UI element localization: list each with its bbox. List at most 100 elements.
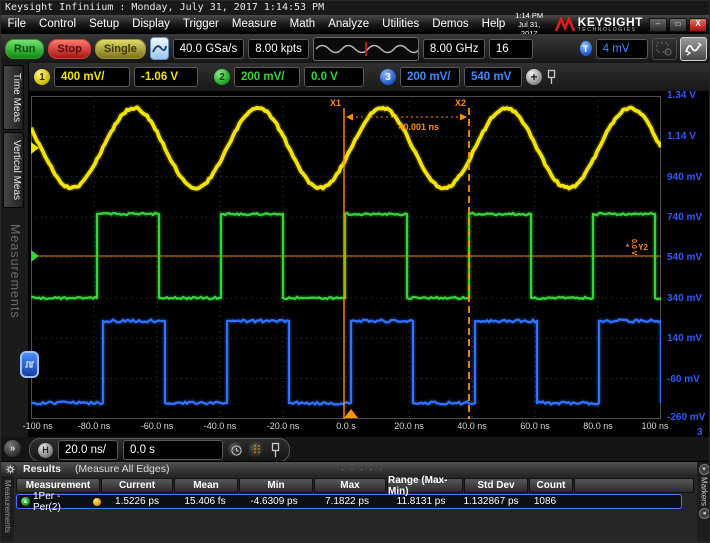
sidebar-expand-button[interactable]: »	[4, 440, 21, 457]
table-row[interactable]: ▲ 1Per - Per(2) 1.5226 ps 15.406 fs -4.6…	[16, 494, 682, 509]
tab-time-meas[interactable]: Time Meas	[3, 65, 24, 130]
results-panel: Results (Measure All Edges) · · · · · Me…	[1, 461, 710, 543]
channel-3-scale-field[interactable]: 200 mV/	[400, 67, 460, 87]
stop-button[interactable]: Stop	[48, 39, 90, 59]
menu-demos[interactable]: Demos	[426, 15, 475, 34]
col-mean: Mean	[174, 478, 238, 493]
y-axis-label: 1.34 V	[667, 90, 696, 101]
results-settings-button[interactable]	[4, 463, 17, 476]
x-axis-label: -40.0 ns	[204, 421, 237, 431]
oscilloscope-window: Keysight Infiniium : Monday, July 31, 20…	[0, 0, 710, 543]
single-button[interactable]: Single	[95, 39, 146, 59]
results-header: Results (Measure All Edges) · · · · ·	[1, 462, 710, 476]
menu-math[interactable]: Math	[283, 15, 322, 34]
channel-3-grab-handle[interactable]	[20, 351, 39, 378]
channel-3-offset-field[interactable]: 540 mV	[464, 67, 522, 87]
pin-icon[interactable]	[270, 442, 281, 458]
col-min: Min	[239, 478, 313, 493]
col-current: Current	[101, 478, 173, 493]
left-sidebar: Time Meas Vertical Meas Measurements	[1, 63, 29, 461]
menu-trigger[interactable]: Trigger	[176, 15, 225, 34]
waveform-mode-icon	[684, 41, 703, 56]
channel-bar: 1 400 mV/ -1.06 V 2 200 mV/ 0.0 V 3 200 …	[1, 63, 710, 91]
col-count: Count	[529, 478, 573, 493]
trigger-badge[interactable]: T	[580, 41, 592, 56]
dotted-cursor-icon	[252, 444, 262, 456]
memory-depth-field[interactable]: 8.00 kpts	[248, 39, 309, 59]
run-button[interactable]: Run	[5, 39, 44, 59]
minimize-button[interactable]: –	[649, 18, 667, 32]
averages-field[interactable]: 16	[489, 39, 533, 59]
timebase-scale-field[interactable]: 20.0 ns/	[58, 440, 118, 460]
clock-icon	[231, 445, 242, 456]
menu-display[interactable]: Display	[126, 15, 177, 34]
y2-value: 0.0 V	[630, 239, 637, 255]
acquisition-preview[interactable]	[313, 37, 419, 61]
x-axis-label: -80.0 ns	[78, 421, 111, 431]
waveform-mode-button[interactable]	[680, 37, 707, 61]
horizontal-badge[interactable]: H	[38, 443, 53, 458]
x-axis-label: 60.0 ns	[520, 421, 550, 431]
channel-1-scale-field[interactable]: 400 mV/	[54, 67, 130, 87]
measurement-marker-icon	[93, 498, 101, 506]
x-axis-label: 20.0 ns	[394, 421, 424, 431]
restore-button[interactable]: ▭	[669, 18, 687, 32]
col-filler	[574, 478, 694, 493]
max-cell: 7.1822 ps	[311, 496, 383, 507]
menu-setup[interactable]: Setup	[83, 15, 126, 34]
menu-analyze[interactable]: Analyze	[322, 15, 376, 34]
menu-help[interactable]: Help	[475, 15, 512, 34]
measurements-side-tab[interactable]: Measurements	[1, 476, 14, 543]
sample-rate-field[interactable]: 40.0 GSa/s	[173, 39, 245, 59]
title-bar: Keysight Infiniium : Monday, July 31, 20…	[1, 1, 710, 15]
chevron-up-icon[interactable]: ▾	[699, 464, 710, 475]
waveform-display[interactable]: X1X240.001 ns	[31, 96, 661, 419]
gear-icon	[6, 465, 15, 474]
pin-icon[interactable]	[546, 69, 557, 85]
channel-2-offset-field[interactable]: 0.0 V	[304, 67, 364, 87]
stddev-cell: 1.132867 ps	[459, 496, 523, 507]
close-button[interactable]: X	[689, 18, 707, 32]
channel-1-offset-field[interactable]: -1.06 V	[134, 67, 198, 87]
cursor-dots-button[interactable]	[249, 442, 265, 458]
menu-utilities[interactable]: Utilities	[376, 15, 426, 34]
menu-control[interactable]: Control	[33, 15, 83, 34]
brand-sub: TECHNOLOGIES	[578, 28, 643, 33]
markers-side-tab[interactable]: ▾ Markers ◂	[697, 462, 710, 543]
y-axis-label: 940 mV	[667, 172, 702, 183]
bandwidth-field[interactable]: 8.00 GHz	[423, 39, 485, 59]
trigger-level-field[interactable]: 4 mV	[596, 39, 648, 59]
trigger-position-marker[interactable]	[344, 409, 358, 418]
results-title: Results	[23, 463, 61, 475]
timebase-position-field[interactable]: 0.0 s	[123, 440, 223, 460]
autoscale-icon	[152, 42, 167, 55]
y-axis-label: -260 mV	[667, 412, 705, 423]
acquisition-toolbar: Run Stop Single 40.0 GSa/s 8.00 kpts 8.0…	[1, 34, 710, 63]
channel-2-badge[interactable]: 2	[214, 69, 230, 85]
y2-star-icon: *	[626, 243, 629, 252]
channel-2-scale-field[interactable]: 200 mV/	[234, 67, 300, 87]
count-cell: 1086	[523, 496, 567, 507]
add-channel-button[interactable]: +	[526, 69, 542, 85]
panel-drag-handle[interactable]: · · · · ·	[341, 464, 384, 474]
x-axis-label: 0.0 s	[336, 421, 356, 431]
y2-cursor-marker[interactable]: * 0.0 V Y2	[626, 239, 648, 255]
zoom-mode-button[interactable]	[652, 38, 677, 60]
y-axis-label: 740 mV	[667, 212, 702, 223]
clock-time: 1:14 PM	[515, 11, 543, 20]
y-axis-label: -60 mV	[667, 374, 700, 385]
menu-measure[interactable]: Measure	[225, 15, 283, 34]
timebase-clock-button[interactable]	[228, 442, 244, 458]
tab-vertical-meas[interactable]: Vertical Meas	[3, 132, 24, 208]
x-axis-label: -20.0 ns	[267, 421, 300, 431]
measurement-name: 1Per - Per(2)	[33, 491, 90, 513]
chevron-left-icon[interactable]: ◂	[699, 508, 710, 519]
menu-file[interactable]: File	[1, 15, 33, 34]
results-subtitle: (Measure All Edges)	[75, 463, 170, 475]
channel-3-badge[interactable]: 3	[380, 69, 396, 85]
preview-waveform-icon	[314, 41, 418, 57]
horizontal-bar: » H 20.0 ns/ 0.0 s	[1, 437, 710, 461]
channel-1-badge[interactable]: 1	[34, 69, 50, 85]
markers-tab-label: Markers	[700, 477, 709, 506]
autoscale-button[interactable]	[150, 37, 169, 60]
